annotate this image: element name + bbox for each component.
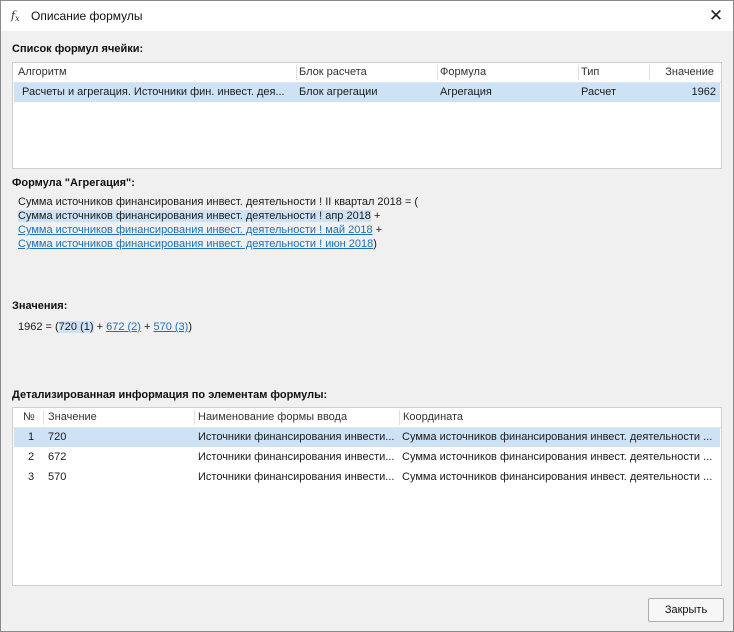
values-operator: +	[93, 321, 107, 333]
column-header-block[interactable]: Блок расчета	[299, 66, 367, 78]
column-header-number[interactable]: №	[23, 411, 35, 423]
cell-block: Блок агрегации	[299, 86, 378, 98]
formula-label: Формула "Агрегация":	[12, 177, 135, 189]
column-header-formula[interactable]: Формула	[440, 66, 486, 78]
cell-value: 1962	[691, 86, 716, 98]
formula-line-term1: Сумма источников финансирования инвест. …	[18, 209, 380, 223]
cell-value: 672	[48, 451, 67, 463]
column-header-algorithm[interactable]: Алгоритм	[18, 66, 67, 78]
cell-type: Расчет	[581, 86, 616, 98]
column-header-type[interactable]: Тип	[581, 66, 599, 78]
formula-line-term3: Сумма источников финансирования инвест. …	[18, 237, 377, 251]
values-prefix: 1962 = (	[18, 321, 59, 333]
value-term-link[interactable]: 672 (2)	[106, 321, 141, 333]
formula-term-highlighted[interactable]: Сумма источников финансирования инвест. …	[18, 210, 371, 222]
cell-number: 1	[28, 431, 35, 443]
column-header-form-name[interactable]: Наименование формы ввода	[198, 411, 347, 423]
cell-form-name: Источники финансирования инвести...	[198, 471, 395, 483]
formula-description-dialog: fx Описание формулы ✕ Список формул ячей…	[0, 0, 734, 632]
cell-coordinate: Сумма источников финансирования инвест. …	[402, 471, 713, 483]
cell-value: 570	[48, 471, 67, 483]
formulas-grid-header: Алгоритм Блок расчета Формула Тип Значен…	[13, 63, 721, 83]
value-term-highlighted[interactable]: 720 (1)	[58, 321, 94, 333]
close-icon[interactable]: ✕	[703, 4, 729, 28]
values-line: 1962 = (720 (1) + 672 (2) + 570 (3))	[18, 320, 192, 334]
table-row[interactable]: 2 672 Источники финансирования инвести..…	[14, 448, 720, 467]
values-suffix: )	[188, 321, 193, 333]
formula-term-link[interactable]: Сумма источников финансирования инвест. …	[18, 238, 373, 250]
cell-number: 2	[28, 451, 35, 463]
formula-operator: +	[372, 224, 383, 236]
cell-form-name: Источники финансирования инвести...	[198, 431, 395, 443]
fx-icon: fx	[11, 9, 20, 23]
formulas-list-label: Список формул ячейки:	[12, 43, 144, 55]
formula-operator: +	[370, 210, 381, 222]
column-header-value[interactable]: Значение	[48, 411, 97, 423]
formula-line-result: Сумма источников финансирования инвест. …	[18, 196, 419, 208]
formula-closing-paren: )	[373, 238, 377, 250]
cell-form-name: Источники финансирования инвести...	[198, 451, 395, 463]
window-title: Описание формулы	[31, 9, 143, 23]
table-row[interactable]: Расчеты и агрегация. Источники фин. инве…	[14, 83, 720, 102]
table-row[interactable]: 3 570 Источники финансирования инвести..…	[14, 468, 720, 487]
values-label: Значения:	[12, 300, 68, 312]
column-header-coordinate[interactable]: Координата	[403, 411, 463, 423]
cell-coordinate: Сумма источников финансирования инвест. …	[402, 451, 713, 463]
column-header-value[interactable]: Значение	[665, 66, 714, 78]
details-label: Детализированная информация по элементам…	[12, 389, 328, 401]
cell-value: 720	[48, 431, 67, 443]
close-button[interactable]: Закрыть	[648, 598, 724, 622]
title-bar: fx Описание формулы ✕	[1, 1, 733, 31]
formula-term-link[interactable]: Сумма источников финансирования инвест. …	[18, 224, 373, 236]
details-grid-header: № Значение Наименование формы ввода Коор…	[13, 408, 721, 428]
cell-number: 3	[28, 471, 35, 483]
formulas-grid: Алгоритм Блок расчета Формула Тип Значен…	[12, 62, 722, 169]
values-operator: +	[140, 321, 154, 333]
cell-coordinate: Сумма источников финансирования инвест. …	[402, 431, 713, 443]
cell-algorithm: Расчеты и агрегация. Источники фин. инве…	[22, 86, 285, 98]
formula-line-term2: Сумма источников финансирования инвест. …	[18, 223, 382, 237]
cell-formula: Агрегация	[440, 86, 492, 98]
details-grid: № Значение Наименование формы ввода Коор…	[12, 407, 722, 586]
value-term-link[interactable]: 570 (3)	[153, 321, 188, 333]
table-row[interactable]: 1 720 Источники финансирования инвести..…	[14, 428, 720, 447]
